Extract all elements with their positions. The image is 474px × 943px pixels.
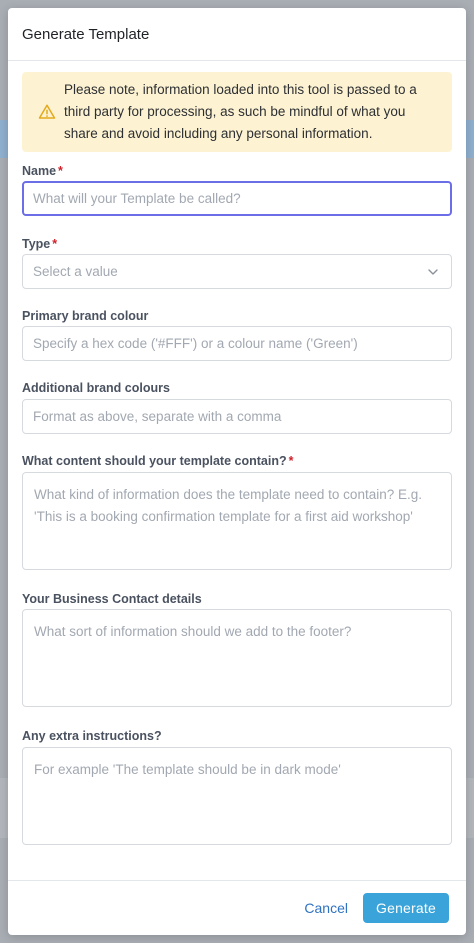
content-label: What content should your template contai… [22,454,294,468]
modal-body: Please note, information loaded into thi… [8,61,466,152]
additional-colours-input[interactable]: Format as above, separate with a comma [22,399,452,434]
name-input[interactable]: What will your Template be called? [22,181,452,216]
modal-title: Generate Template [22,25,150,43]
chevron-down-icon [428,269,438,275]
contact-field-group: Your Business Contact details What sort … [22,590,452,707]
additional-colours-label: Additional brand colours [22,381,170,395]
alert-text: Please note, information loaded into thi… [64,82,417,141]
additional-colours-field-group: Additional brand colours Format as above… [22,379,452,434]
extra-instructions-textarea[interactable]: For example 'The template should be in d… [22,747,452,845]
name-field-group: Name * What will your Template be called? [22,162,452,216]
name-label: Name * [22,164,63,178]
warning-icon [38,104,56,119]
content-field-group: What content should your template contai… [22,452,452,570]
required-marker: * [52,237,58,251]
generate-button[interactable]: Generate [363,893,449,923]
contact-textarea[interactable]: What sort of information should we add t… [22,609,452,707]
type-select[interactable]: Select a value [22,254,452,289]
modal-header: Generate Template [8,8,466,61]
modal-footer: Cancel Generate [8,880,466,935]
privacy-alert: Please note, information loaded into thi… [22,72,452,152]
extra-instructions-field-group: Any extra instructions? For example 'The… [22,727,452,845]
required-marker: * [58,164,63,178]
required-marker: * [288,454,294,468]
content-textarea[interactable]: What kind of information does the templa… [22,472,452,570]
contact-label: Your Business Contact details [22,592,202,606]
type-label: Type * [22,237,58,251]
type-select-value: Select a value [33,264,118,279]
extra-instructions-label: Any extra instructions? [22,729,162,743]
cancel-button[interactable]: Cancel [304,893,348,923]
primary-colour-field-group: Primary brand colour Specify a hex code … [22,307,452,361]
type-field-group: Type * Select a value [22,235,452,289]
generate-template-modal: Generate Template Please note, informati… [8,8,466,935]
primary-colour-input[interactable]: Specify a hex code ('#FFF') or a colour … [22,326,452,361]
primary-colour-label: Primary brand colour [22,309,149,323]
